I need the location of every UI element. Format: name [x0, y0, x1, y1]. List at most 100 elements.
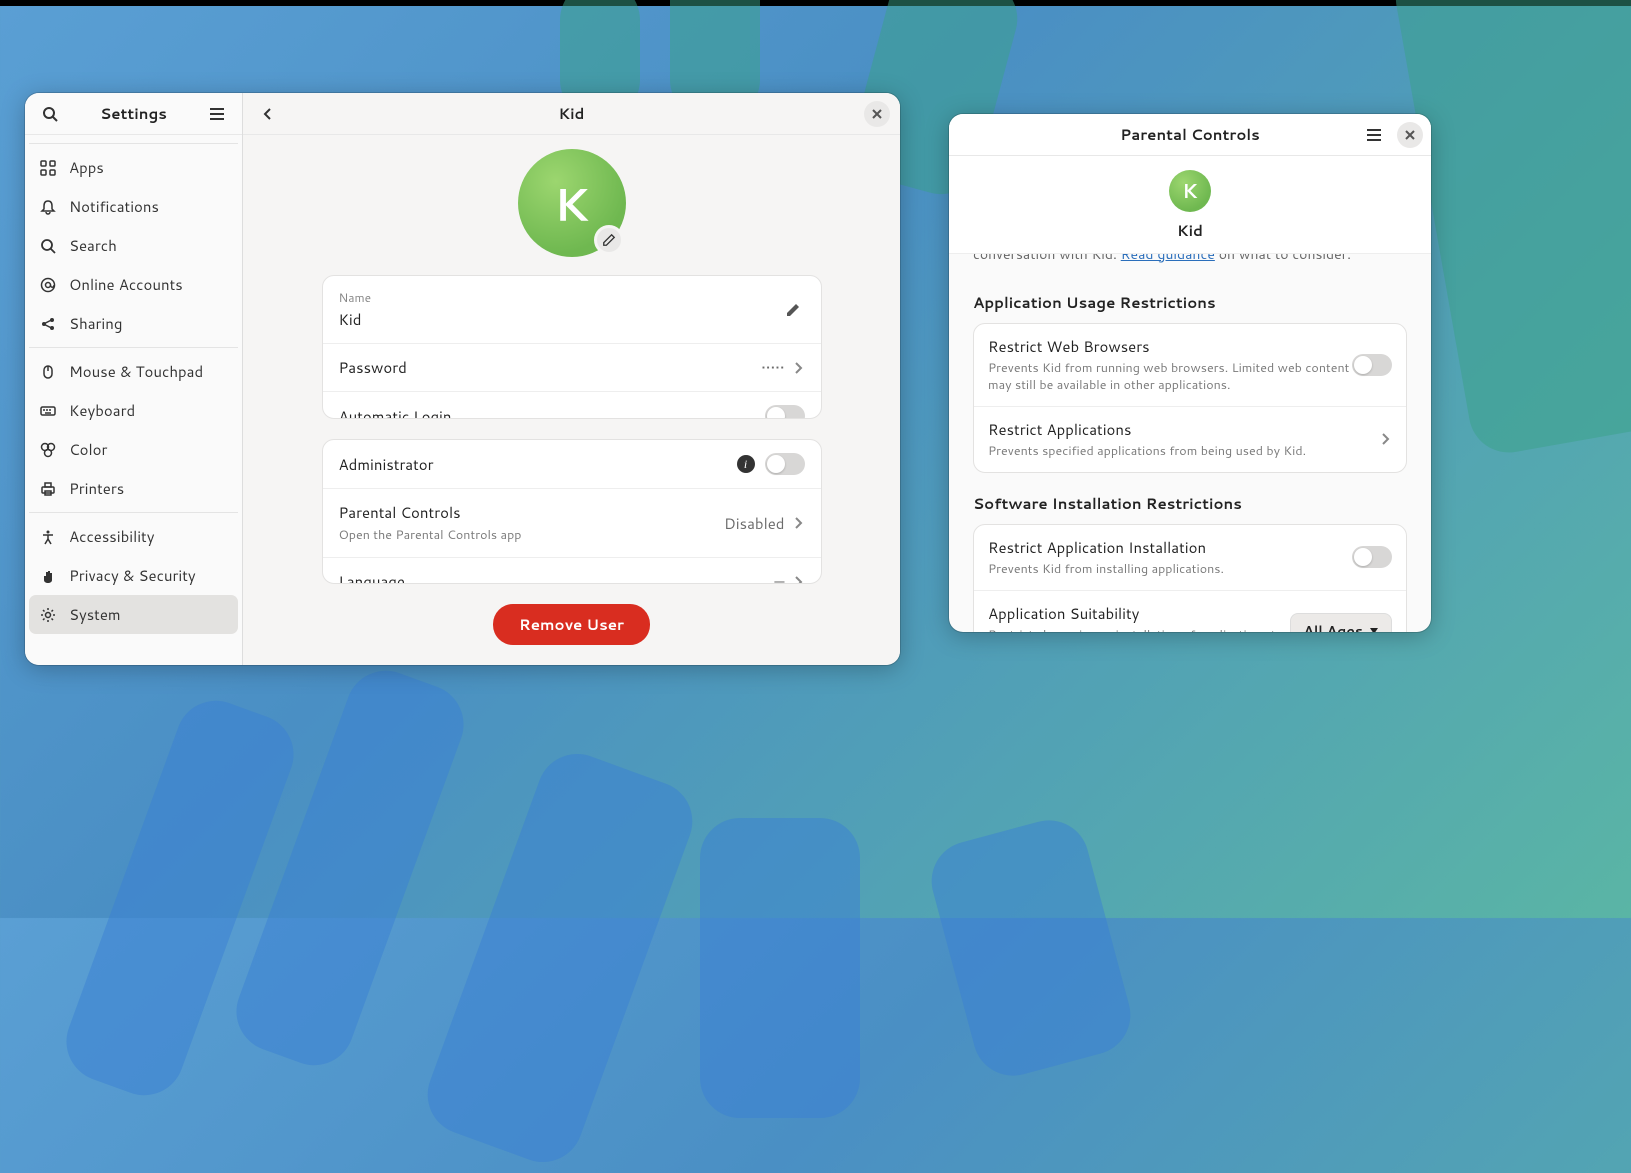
sidebar-item-apps[interactable]: Apps — [29, 148, 238, 187]
chevron-right-icon — [791, 361, 805, 375]
name-row[interactable]: Name Kid — [323, 276, 821, 344]
close-button[interactable] — [864, 101, 890, 127]
parental-scroll[interactable]: conversation with Kid. Read guidance on … — [949, 253, 1431, 632]
autologin-row: Automatic Login — [323, 392, 821, 419]
sidebar-item-label: System — [69, 604, 121, 625]
remove-user-button[interactable]: Remove User — [493, 604, 650, 645]
chevron-down-icon — [1369, 627, 1379, 632]
restrict-install-title: Restrict Application Installation — [988, 537, 1352, 558]
sidebar-item-sharing[interactable]: Sharing — [29, 304, 238, 343]
parental-title: Parental Controls — [1120, 124, 1260, 145]
content-header: Kid — [243, 93, 900, 135]
accessibility-icon — [39, 528, 57, 546]
hamburger-icon[interactable] — [202, 99, 232, 129]
user-admin-card: Administrator i Parental Controls Open t… — [322, 439, 822, 584]
restrict-install-desc: Prevents Kid from installing application… — [988, 561, 1352, 578]
back-button[interactable] — [253, 99, 283, 129]
apps-icon — [39, 159, 57, 177]
sidebar-item-keyboard[interactable]: Keyboard — [29, 391, 238, 430]
restrict-browsers-desc: Prevents Kid from running web browsers. … — [988, 360, 1352, 394]
sidebar-item-mouse[interactable]: Mouse & Touchpad — [29, 352, 238, 391]
sidebar-item-label: Keyboard — [69, 400, 135, 421]
sidebar-item-system[interactable]: System — [29, 595, 238, 634]
sidebar-item-online-accounts[interactable]: Online Accounts — [29, 265, 238, 304]
language-value: — — [774, 571, 784, 584]
restrict-install-toggle[interactable] — [1352, 546, 1392, 568]
page-title: Kid — [243, 103, 900, 124]
language-label: Language — [339, 571, 775, 584]
user-info-card: Name Kid Password ••••• Automatic Login — [322, 275, 822, 419]
avatar-wrap: K — [518, 149, 626, 257]
sidebar-item-label: Printers — [69, 478, 124, 499]
usage-card: Restrict Web Browsers Prevents Kid from … — [973, 323, 1407, 473]
search-icon[interactable] — [35, 99, 65, 129]
sidebar-item-accessibility[interactable]: Accessibility — [29, 517, 238, 556]
parental-userbar: K Kid — [949, 156, 1431, 253]
chevron-right-icon — [1378, 432, 1392, 446]
chevron-right-icon — [791, 516, 805, 530]
sidebar-list: Apps Notifications Search Online Account… — [25, 135, 242, 665]
sidebar-item-privacy[interactable]: Privacy & Security — [29, 556, 238, 595]
restrict-apps-desc: Prevents specified applications from bei… — [988, 443, 1378, 460]
autologin-label: Automatic Login — [339, 406, 765, 420]
sidebar-item-label: Mouse & Touchpad — [69, 361, 203, 382]
sidebar-item-label: Sharing — [69, 313, 122, 334]
parental-window: Parental Controls K Kid conversation wit… — [949, 114, 1431, 632]
palette-icon — [39, 441, 57, 459]
sidebar-item-color[interactable]: Color — [29, 430, 238, 469]
hand-icon — [39, 567, 57, 585]
sidebar-item-label: Color — [69, 439, 107, 460]
guidance-text: conversation with Kid. Read guidance on … — [973, 253, 1407, 264]
sidebar-item-label: Accessibility — [69, 526, 155, 547]
settings-content: Kid K Name Kid — [243, 93, 900, 665]
mouse-icon — [39, 363, 57, 381]
parental-header: Parental Controls — [949, 114, 1431, 156]
restrict-apps-row[interactable]: Restrict Applications Prevents specified… — [974, 407, 1406, 472]
avatar: K — [1169, 170, 1211, 212]
at-icon — [39, 276, 57, 294]
restrict-browsers-toggle[interactable] — [1352, 354, 1392, 376]
close-button[interactable] — [1397, 122, 1423, 148]
restrict-browsers-title: Restrict Web Browsers — [988, 336, 1352, 357]
search-icon — [39, 237, 57, 255]
share-icon — [39, 315, 57, 333]
restrict-browsers-row: Restrict Web Browsers Prevents Kid from … — [974, 324, 1406, 407]
name-label: Name — [339, 289, 781, 306]
restrict-install-row: Restrict Application Installation Preven… — [974, 525, 1406, 591]
guidance-link[interactable]: Read guidance — [1121, 253, 1215, 264]
language-row[interactable]: Language — — [323, 558, 821, 584]
administrator-toggle[interactable] — [765, 453, 805, 475]
suitability-dropdown[interactable]: All Ages — [1290, 613, 1392, 632]
gear-icon — [39, 606, 57, 624]
keyboard-icon — [39, 402, 57, 420]
parental-row[interactable]: Parental Controls Open the Parental Cont… — [323, 489, 821, 558]
parental-username: Kid — [1177, 220, 1203, 241]
bell-icon — [39, 198, 57, 216]
sidebar-item-search[interactable]: Search — [29, 226, 238, 265]
autologin-toggle[interactable] — [765, 405, 805, 419]
printer-icon — [39, 480, 57, 498]
sidebar-item-printers[interactable]: Printers — [29, 469, 238, 508]
parental-sublabel: Open the Parental Controls app — [339, 526, 725, 544]
sidebar-item-label: Notifications — [69, 196, 159, 217]
info-icon[interactable]: i — [737, 455, 755, 473]
avatar-edit-button[interactable] — [594, 225, 624, 255]
password-row[interactable]: Password ••••• — [323, 344, 821, 392]
sidebar-item-notifications[interactable]: Notifications — [29, 187, 238, 226]
parental-status: Disabled — [724, 513, 784, 534]
sidebar-item-label: Search — [69, 235, 117, 256]
pencil-icon[interactable] — [781, 298, 805, 322]
settings-window: Settings Apps Notifications Search Onlin… — [25, 93, 900, 665]
usage-section-title: Application Usage Restrictions — [973, 292, 1407, 313]
hamburger-icon[interactable] — [1359, 120, 1389, 150]
suitability-title: Application Suitability — [988, 603, 1290, 624]
chevron-right-icon — [791, 575, 805, 584]
suitability-desc: Restricts browsing or installation of ap… — [988, 627, 1290, 633]
administrator-row: Administrator i — [323, 440, 821, 489]
install-section-title: Software Installation Restrictions — [973, 493, 1407, 514]
restrict-apps-title: Restrict Applications — [988, 419, 1378, 440]
install-card: Restrict Application Installation Preven… — [973, 524, 1407, 632]
content-body: K Name Kid Password ••••• — [243, 135, 900, 665]
password-label: Password — [339, 357, 762, 378]
name-value: Kid — [339, 309, 781, 330]
